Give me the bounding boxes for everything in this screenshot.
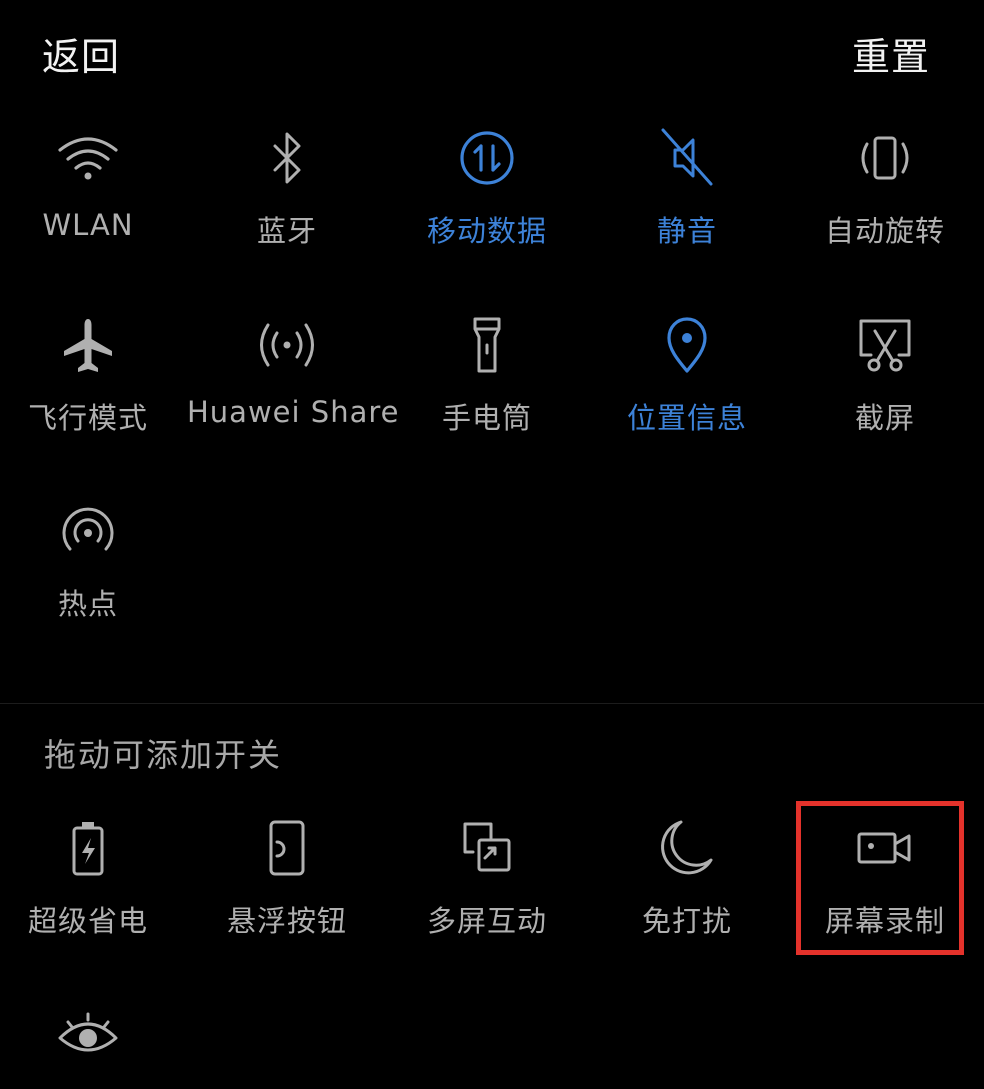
tile-super-power-saving[interactable]: 超级省电 [0,814,188,964]
top-bar: 返回 重置 [0,0,984,100]
tile-label: 手电筒 [441,401,532,435]
tile-huawei-share[interactable]: Huawei Share [187,311,400,461]
tile-hotspot[interactable]: 热点 [0,497,188,647]
tile-label: WLAN [42,208,134,242]
floating-button-icon [251,814,323,886]
tile-label: 悬浮按钮 [226,904,347,938]
tile-do-not-disturb[interactable]: 免打扰 [587,814,787,964]
moon-icon [651,814,723,886]
back-button[interactable]: 返回 [42,26,120,81]
tile-label: 截屏 [854,401,915,435]
tile-floating-button[interactable]: 悬浮按钮 [187,814,387,964]
airplane-icon [52,311,124,383]
tile-mute[interactable]: 静音 [587,124,787,274]
tile-label: 多屏互动 [426,904,547,938]
wifi-icon [52,124,124,196]
mobile-data-icon [451,124,523,196]
tile-label: 静音 [656,214,717,248]
battery-bolt-icon [52,814,124,886]
tile-label: 自动旋转 [824,214,945,248]
share-signal-icon [251,311,323,383]
multi-screen-icon [451,814,523,886]
reset-button[interactable]: 重置 [852,26,930,81]
tile-label: 移动数据 [426,214,547,248]
mute-icon [651,124,723,196]
tile-mobile-data[interactable]: 移动数据 [387,124,587,274]
location-pin-icon [651,311,723,383]
tile-label: 免打扰 [641,904,732,938]
screenshot-icon [849,311,921,383]
tile-location[interactable]: 位置信息 [587,311,787,461]
tile-label: 超级省电 [27,904,148,938]
tile-label: Huawei Share [187,395,400,429]
tile-screenshot[interactable]: 截屏 [785,311,984,461]
tile-label: 蓝牙 [256,214,317,248]
section-divider [0,703,984,704]
hotspot-icon [52,497,124,569]
tile-label: 飞行模式 [27,401,148,435]
tile-auto-rotate[interactable]: 自动旋转 [785,124,984,274]
section-title-drag-to-add: 拖动可添加开关 [44,736,283,774]
tile-label: 位置信息 [626,401,747,435]
tile-bluetooth[interactable]: 蓝牙 [187,124,387,274]
flashlight-icon [451,311,523,383]
rotate-icon [849,124,921,196]
tile-flashlight[interactable]: 手电筒 [387,311,587,461]
tile-eye-comfort[interactable] [0,1002,188,1082]
tile-multi-screen[interactable]: 多屏互动 [387,814,587,964]
tile-airplane[interactable]: 飞行模式 [0,311,188,461]
eye-icon [52,1002,124,1074]
highlight-box [796,801,964,955]
tile-label: 热点 [57,587,118,621]
bluetooth-icon [251,124,323,196]
tile-wlan[interactable]: WLAN [0,124,188,274]
